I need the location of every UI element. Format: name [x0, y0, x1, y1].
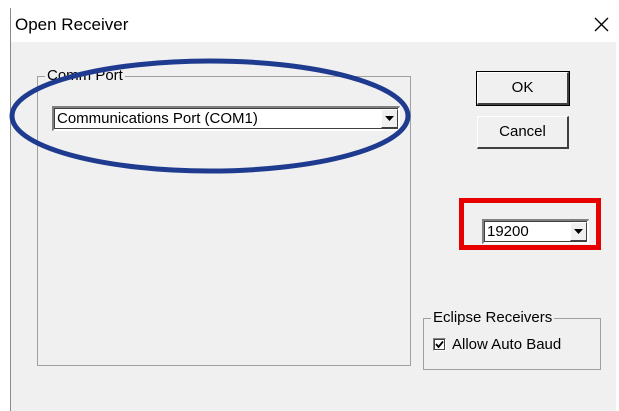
dialog-title: Open Receiver	[15, 15, 129, 34]
title-bar: Open Receiver	[11, 8, 617, 42]
comm-port-select[interactable]: Communications Port (COM1)	[52, 106, 400, 131]
close-x-icon	[594, 17, 609, 32]
comm-port-dropdown-button[interactable]	[381, 109, 398, 128]
ok-button[interactable]: OK	[476, 71, 570, 106]
chevron-down-icon	[385, 116, 394, 121]
comm-port-value: Communications Port (COM1)	[57, 110, 258, 127]
allow-auto-baud-checkbox[interactable]	[433, 338, 446, 351]
close-button[interactable]	[587, 12, 615, 38]
allow-auto-baud-label: Allow Auto Baud	[452, 336, 562, 353]
cancel-button[interactable]: Cancel	[477, 116, 569, 149]
comm-port-group-label: Comm Port	[45, 67, 125, 84]
checkmark-icon	[435, 340, 444, 349]
eclipse-receivers-group-label: Eclipse Receivers	[431, 309, 555, 326]
annotation-rectangle	[459, 198, 601, 250]
